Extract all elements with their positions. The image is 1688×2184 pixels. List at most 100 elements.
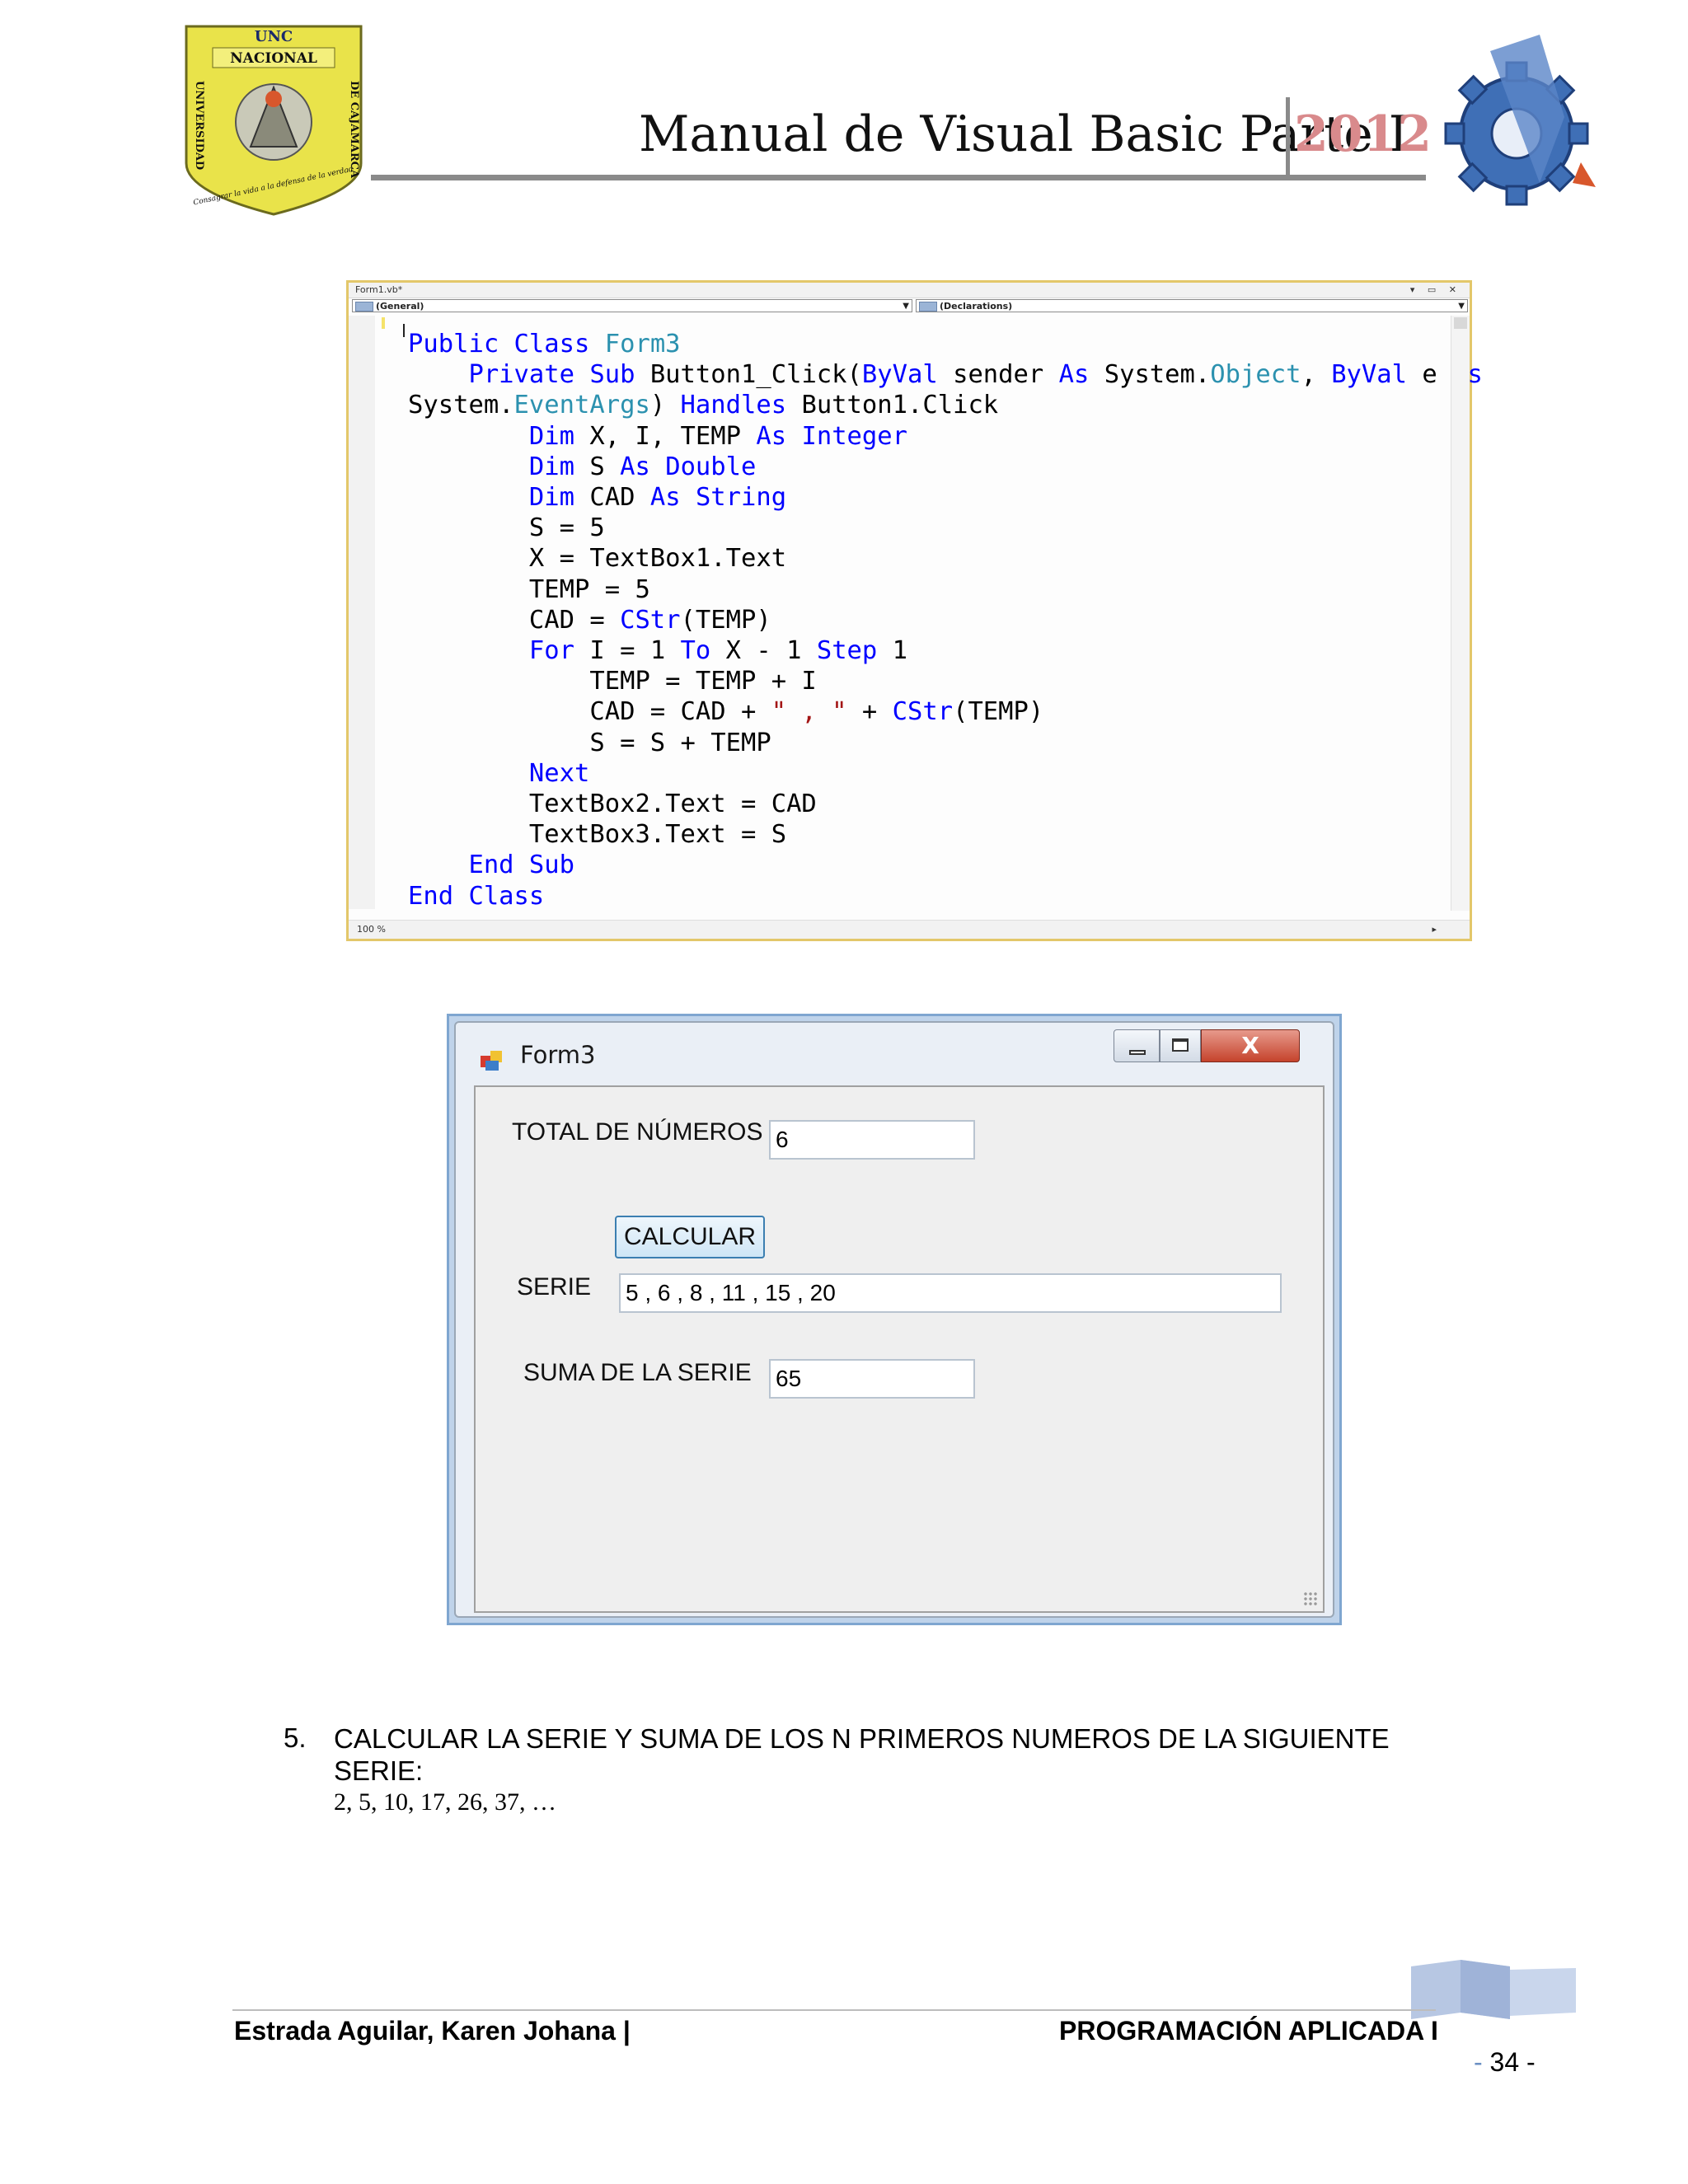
code-text: TEMP = 5 bbox=[408, 574, 650, 604]
serie-label: SERIE bbox=[517, 1273, 592, 1301]
code-text: X - 1 bbox=[710, 636, 817, 666]
code-keyword: Sub bbox=[528, 851, 574, 880]
header-separator bbox=[1286, 97, 1290, 176]
total-numbers-input[interactable]: 6 bbox=[769, 1120, 975, 1160]
code-editor-screenshot: Form1.vb* ▾ ▭ ✕ (General) ▼ (Declaration… bbox=[346, 280, 1483, 941]
university-crest-logo: UNC NACIONAL UNIVERSIDAD DE CAJAMARCA Co… bbox=[185, 25, 363, 216]
editor-tab-bar: Form1.vb* ▾ ▭ ✕ bbox=[349, 283, 1470, 298]
code-line[interactable]: TextBox2.Text = CAD bbox=[408, 790, 817, 818]
code-keyword: End bbox=[408, 881, 469, 911]
code-text: CAD bbox=[574, 483, 650, 513]
object-combo[interactable]: (General) ▼ bbox=[352, 299, 912, 312]
code-text: CAD = bbox=[408, 605, 621, 635]
code-text: Button1_Click( bbox=[649, 360, 862, 390]
editor-status-bar: 100 % ▸ bbox=[349, 920, 1470, 939]
exercise-statement: CALCULAR LA SERIE Y SUMA DE LOS N PRIMER… bbox=[334, 1723, 1390, 1786]
class-icon bbox=[355, 302, 373, 312]
code-line[interactable]: Next bbox=[408, 759, 589, 788]
code-line[interactable]: End Class bbox=[408, 882, 544, 911]
code-text: , bbox=[1301, 360, 1332, 390]
code-line[interactable]: Dim X, I, TEMP As Integer bbox=[408, 422, 907, 451]
code-text: (TEMP) bbox=[953, 697, 1044, 727]
code-line[interactable]: Public Class Form3 bbox=[408, 330, 681, 359]
calculate-button[interactable]: CALCULAR bbox=[615, 1216, 765, 1258]
exercise-series: 2, 5, 10, 17, 26, 37, … bbox=[334, 1788, 556, 1816]
code-line[interactable]: X = TextBox1.Text bbox=[408, 544, 786, 573]
code-line[interactable]: End Sub bbox=[408, 851, 574, 879]
serie-output-field[interactable]: 5 , 6 , 8 , 11 , 15 , 20 bbox=[619, 1273, 1282, 1313]
close-button[interactable]: X bbox=[1201, 1029, 1300, 1062]
code-text: TextBox3.Text = S bbox=[408, 820, 787, 850]
code-keyword: As bbox=[756, 421, 787, 451]
code-text: S bbox=[574, 452, 621, 481]
code-text: + bbox=[846, 697, 893, 727]
code-line[interactable]: S = 5 bbox=[408, 513, 605, 542]
document-title: Manual de Visual Basic Parte I bbox=[639, 105, 1409, 163]
code-line[interactable]: TextBox3.Text = S bbox=[408, 820, 786, 849]
code-keyword: Next bbox=[528, 758, 590, 788]
editor-window-buttons[interactable]: ▾ ▭ ✕ bbox=[1410, 283, 1461, 298]
page-dash-left: - bbox=[1474, 2047, 1483, 2077]
method-icon bbox=[919, 302, 937, 312]
code-keyword: Class bbox=[468, 881, 545, 911]
procedure-combo[interactable]: (Declarations) ▼ bbox=[916, 299, 1468, 312]
editor-tab-title[interactable]: Form1.vb* bbox=[355, 283, 402, 298]
code-type: Form3 bbox=[604, 330, 681, 359]
code-keyword: For bbox=[528, 636, 574, 666]
code-text: 1 bbox=[877, 636, 908, 666]
code-type: Object bbox=[1210, 360, 1301, 390]
code-line[interactable]: Private Sub Button1_Click(ByVal sender A… bbox=[408, 360, 1482, 390]
sum-output-field[interactable]: 65 bbox=[769, 1359, 975, 1399]
procedure-combo-label: (Declarations) bbox=[940, 301, 1013, 312]
code-keyword: String bbox=[695, 483, 787, 513]
code-line[interactable]: Dim S As Double bbox=[408, 452, 756, 481]
code-line[interactable]: S = S + TEMP bbox=[408, 729, 771, 757]
code-line[interactable]: System.EventArgs) Handles Button1.Click bbox=[408, 391, 998, 419]
zoom-level[interactable]: 100 % bbox=[357, 921, 386, 939]
horizontal-scroll-arrow-icon[interactable]: ▸ bbox=[1432, 921, 1437, 939]
code-text: (TEMP) bbox=[680, 605, 771, 635]
code-keyword: ByVal bbox=[861, 360, 938, 390]
sum-label: SUMA DE LA SERIE bbox=[523, 1359, 752, 1386]
code-listing[interactable]: Public Class Form3 Private Sub Button1_C… bbox=[408, 329, 1483, 912]
form-client-area: TOTAL DE NÚMEROS 6 CALCULAR SERIE 5 , 6 … bbox=[474, 1085, 1325, 1613]
code-text: S = S + TEMP bbox=[408, 728, 771, 757]
logo-text-cajamarca: DE CAJAMARCA bbox=[348, 81, 360, 179]
code-keyword: To bbox=[680, 636, 711, 666]
code-text: X, I, TEMP bbox=[574, 421, 757, 451]
code-text: System. bbox=[1089, 360, 1211, 390]
chevron-down-icon[interactable]: ▼ bbox=[1458, 300, 1465, 313]
code-text: X = TextBox1.Text bbox=[408, 544, 787, 574]
code-line[interactable]: CAD = CAD + " , " + CStr(TEMP) bbox=[408, 697, 1043, 726]
object-combo-label: (General) bbox=[376, 301, 424, 312]
maximize-button[interactable] bbox=[1160, 1029, 1201, 1062]
chevron-down-icon[interactable]: ▼ bbox=[903, 300, 909, 313]
code-keyword: As bbox=[649, 483, 681, 513]
code-keyword: Dim bbox=[528, 452, 574, 481]
code-keyword: Handles bbox=[680, 391, 787, 420]
footer-author: Estrada Aguilar, Karen Johana | bbox=[234, 2016, 631, 2046]
split-button[interactable] bbox=[1454, 317, 1467, 329]
code-keyword: Integer bbox=[801, 421, 908, 451]
logo-text-unc: UNC bbox=[255, 28, 293, 45]
minimize-button[interactable] bbox=[1114, 1029, 1160, 1062]
code-line[interactable]: CAD = CStr(TEMP) bbox=[408, 606, 771, 635]
code-line[interactable]: TEMP = TEMP + I bbox=[408, 667, 817, 696]
code-keyword: End bbox=[468, 851, 529, 880]
footer-course: PROGRAMACIÓN APLICADA I bbox=[1059, 2016, 1438, 2046]
change-marker bbox=[382, 317, 385, 329]
code-text: System. bbox=[408, 391, 514, 420]
resize-grip-icon[interactable] bbox=[1303, 1591, 1318, 1606]
code-text: TEMP = TEMP + I bbox=[408, 667, 817, 696]
total-numbers-label: TOTAL DE NÚMEROS bbox=[512, 1118, 763, 1146]
footer-decoration bbox=[1411, 1960, 1576, 2019]
code-line[interactable]: Dim CAD As String bbox=[408, 483, 786, 512]
code-line[interactable]: For I = 1 To X - 1 Step 1 bbox=[408, 636, 907, 665]
vertical-scrollbar[interactable] bbox=[1451, 316, 1470, 911]
code-line[interactable]: TEMP = 5 bbox=[408, 575, 650, 604]
logo-text-nacional: NACIONAL bbox=[230, 50, 317, 67]
